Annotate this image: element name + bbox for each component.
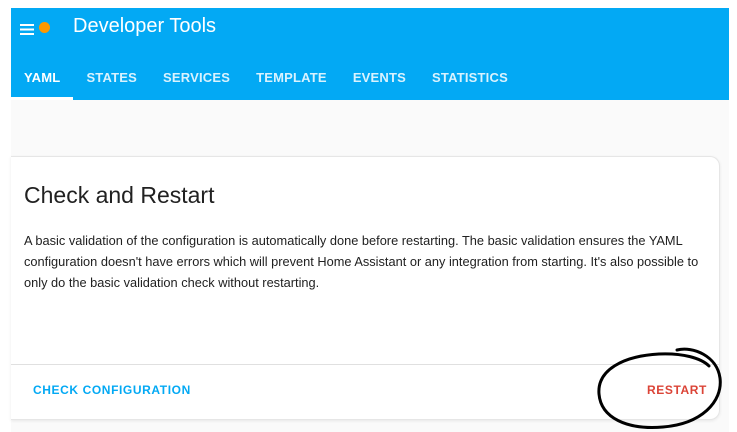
tab-label: STATISTICS [432,70,508,85]
notification-badge [39,22,50,33]
hamburger-menu-icon [20,24,34,35]
check-and-restart-card: Check and Restart A basic validation of … [11,156,720,420]
tab-label: YAML [24,70,61,85]
tab-label: TEMPLATE [256,70,327,85]
card-actions: CHECK CONFIGURATION RESTART [11,365,719,419]
tab-yaml[interactable]: YAML [11,58,74,100]
tab-states[interactable]: STATES [73,58,150,100]
tab-services[interactable]: SERVICES [150,58,243,100]
check-configuration-button[interactable]: CHECK CONFIGURATION [27,378,197,402]
page-title: Developer Tools [73,15,217,37]
restart-button[interactable]: RESTART [641,378,713,402]
card-description: A basic validation of the configuration … [24,233,699,290]
tab-statistics[interactable]: STATISTICS [419,58,521,100]
content-area: Check and Restart A basic validation of … [11,100,729,432]
menu-button[interactable] [19,18,50,40]
tab-events[interactable]: EVENTS [340,58,419,100]
tab-label: SERVICES [163,70,231,85]
card-title: Check and Restart [24,182,215,208]
tab-label: EVENTS [352,70,407,85]
tab-bar: YAML STATES SERVICES TEMPLATE EVENTS STA… [11,58,521,100]
tab-label: STATES [86,70,137,85]
app-header: Developer Tools YAML STATES SERVICES TEM… [11,8,729,100]
tab-template[interactable]: TEMPLATE [243,58,340,100]
